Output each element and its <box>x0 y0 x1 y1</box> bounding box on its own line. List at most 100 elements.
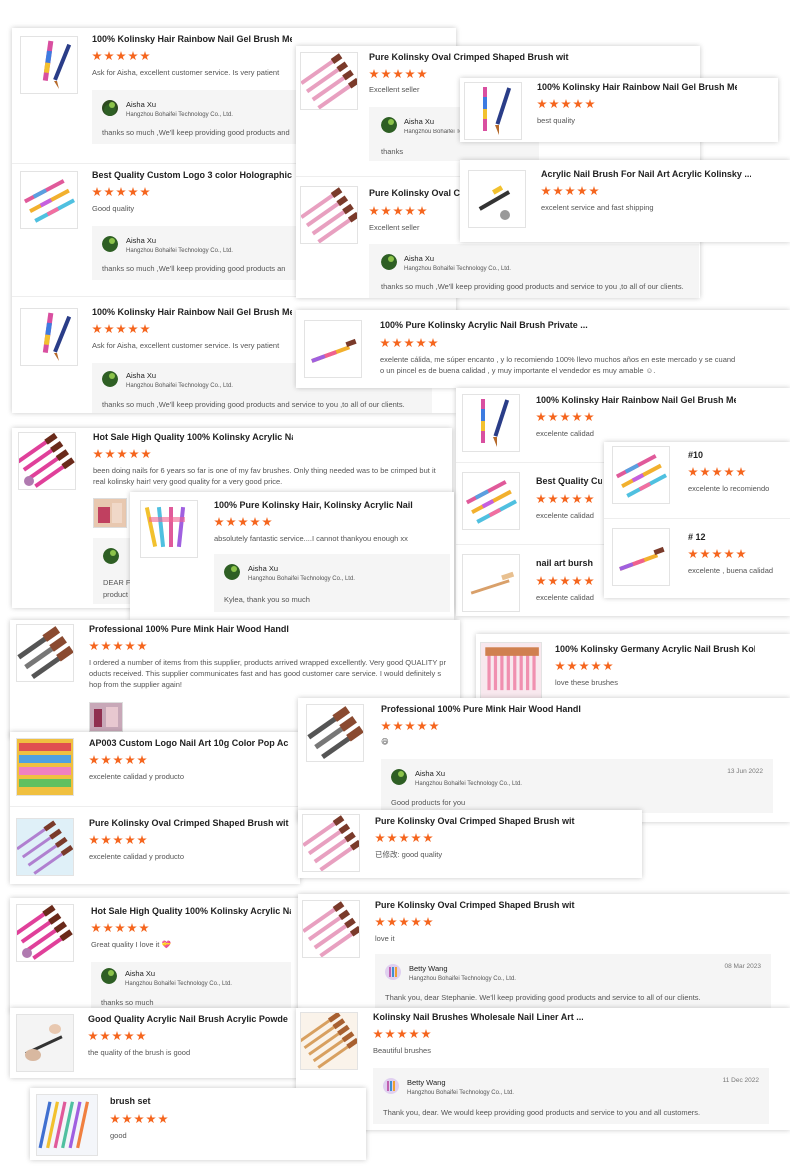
product-title[interactable]: 100% Pure Kolinsky Acrylic Nail Brush Pr… <box>380 320 600 330</box>
reply-message: thanks so much ,We'll keep providing goo… <box>102 400 405 409</box>
avatar <box>381 254 397 270</box>
product-title[interactable]: 100% Kolinsky Hair Rainbow Nail Gel Brus… <box>92 307 292 317</box>
product-title[interactable]: Hot Sale High Quality 100% Kolinsky Acry… <box>93 432 293 442</box>
review-card: #10 excelente lo recomiendo # 12 excelen… <box>604 442 790 598</box>
product-thumbnail[interactable] <box>302 900 360 958</box>
product-title[interactable]: 100% Kolinsky Hair Rainbow Nail Gel Brus… <box>536 395 736 405</box>
product-thumbnail[interactable] <box>36 1094 98 1156</box>
review-photo[interactable] <box>89 702 123 732</box>
product-thumbnail[interactable] <box>464 82 522 140</box>
reply-company: Hangzhou Bohaifei Technology Co., Ltd. <box>407 1090 514 1096</box>
product-thumbnail[interactable] <box>16 904 74 962</box>
product-thumbnail[interactable] <box>140 500 198 558</box>
reply-date: 11 Dec 2022 <box>722 1077 759 1084</box>
product-thumbnail[interactable] <box>306 704 364 762</box>
product-title[interactable]: Best Quality Custom Logo 3 color Hologra… <box>92 170 292 180</box>
review-text: excelente calidad y producto <box>89 852 185 861</box>
product-thumbnail[interactable] <box>18 432 76 490</box>
review-text: 😄 <box>381 737 389 746</box>
review-text: Good quality <box>92 204 135 213</box>
avatar <box>224 564 240 580</box>
product-title[interactable]: 100% Kolinsky Hair Rainbow Nail Gel Brus… <box>92 34 292 44</box>
review-text: Ask for Aisha, excellent customer servic… <box>92 68 280 77</box>
product-thumbnail[interactable] <box>16 1014 74 1072</box>
reply-company: Hangzhou Bohaifei Technology Co., Ltd. <box>125 981 232 987</box>
product-thumbnail[interactable] <box>304 320 362 378</box>
review-photo[interactable] <box>93 498 127 528</box>
product-title[interactable]: Pure Kolinsky Oval Cri <box>369 188 469 198</box>
review-text: been doing nails for 6 years so far is o… <box>93 466 436 475</box>
product-title[interactable]: 100% Kolinsky Germany Acrylic Nail Brush… <box>555 644 755 654</box>
product-thumbnail[interactable] <box>462 472 520 530</box>
reply-company: Hangzhou Bohaifei Technology Co., Ltd. <box>126 112 233 118</box>
product-title[interactable]: Pure Kolinsky Oval Crimped Shaped Brush … <box>369 52 569 62</box>
product-thumbnail[interactable] <box>468 170 526 228</box>
product-title[interactable]: Professional 100% Pure Mink Hair Wood Ha… <box>381 704 581 714</box>
review-card: Good Quality Acrylic Nail Brush Acrylic … <box>10 1008 298 1078</box>
rating-stars <box>381 721 439 731</box>
avatar <box>383 1078 399 1094</box>
reply-author: Aisha Xu <box>404 254 435 263</box>
reply-author: Betty Wang <box>407 1078 446 1087</box>
product-thumbnail[interactable] <box>300 1012 358 1070</box>
product-thumbnail[interactable] <box>612 446 670 504</box>
product-thumbnail[interactable] <box>302 814 360 872</box>
product-title[interactable]: brush set <box>110 1096 230 1106</box>
reply-author: Aisha Xu <box>404 117 435 126</box>
product-title[interactable]: Best Quality Cust <box>536 476 602 486</box>
review-text: best quality <box>537 116 575 125</box>
product-thumbnail[interactable] <box>16 818 74 876</box>
avatar <box>391 769 407 785</box>
product-title[interactable]: Pure Kolinsky Oval Crimped Shaped Brush … <box>375 816 575 826</box>
reply-author: Aisha Xu <box>126 371 157 380</box>
product-thumbnail[interactable] <box>612 528 670 586</box>
reply-message: Thank you, dear. We would keep providing… <box>383 1108 701 1117</box>
reply-author: Aisha Xu <box>248 564 279 573</box>
review-card: Hot Sale High Quality 100% Kolinsky Acry… <box>10 898 300 1012</box>
review-text: love it <box>375 934 395 943</box>
rating-stars <box>89 755 147 765</box>
product-title[interactable]: Pure Kolinsky Oval Crimped Shaped Brush … <box>89 818 289 828</box>
product-title[interactable]: Pure Kolinsky Oval Crimped Shaped Brush … <box>375 900 575 910</box>
product-title[interactable]: 100% Pure Kolinsky Hair, Kolinsky Acryli… <box>214 500 414 510</box>
product-title[interactable]: 100% Kolinsky Hair Rainbow Nail Gel Brus… <box>537 82 737 92</box>
product-title[interactable]: Good Quality Acrylic Nail Brush Acrylic … <box>88 1014 288 1024</box>
product-title[interactable]: Professional 100% Pure Mink Hair Wood Ha… <box>89 624 289 634</box>
seller-reply: Aisha Xu Hangzhou Bohaifei Technology Co… <box>381 759 773 813</box>
product-thumbnail[interactable] <box>480 642 542 704</box>
product-thumbnail[interactable] <box>20 171 78 229</box>
rating-stars <box>688 549 746 559</box>
product-title[interactable]: #10 <box>688 450 748 460</box>
reply-author: Betty Wang <box>409 964 448 973</box>
product-thumbnail[interactable] <box>462 554 520 612</box>
rating-stars <box>214 517 272 527</box>
rating-stars <box>369 69 427 79</box>
avatar <box>385 964 401 980</box>
product-title[interactable]: AP003 Custom Logo Nail Art 10g Color Pop… <box>89 738 289 748</box>
product-title[interactable]: # 12 <box>688 532 748 542</box>
product-thumbnail[interactable] <box>300 186 358 244</box>
product-thumbnail[interactable] <box>16 738 74 796</box>
rating-stars <box>369 206 427 216</box>
product-title[interactable]: Hot Sale High Quality 100% Kolinsky Acry… <box>91 906 291 916</box>
review-text: the quality of the brush is good <box>88 1048 191 1057</box>
avatar <box>102 371 118 387</box>
product-title[interactable]: Acrylic Nail Brush For Nail Art Acrylic … <box>541 169 751 179</box>
product-thumbnail[interactable] <box>20 308 78 366</box>
rating-stars <box>92 51 150 61</box>
product-thumbnail[interactable] <box>300 52 358 110</box>
review-text: real kolinsky hair! very good quality fo… <box>93 477 283 486</box>
product-thumbnail[interactable] <box>20 36 78 94</box>
product-title[interactable]: Kolinsky Nail Brushes Wholesale Nail Lin… <box>373 1012 583 1022</box>
rating-stars <box>93 449 151 459</box>
review-text: o un pincel es de buena calidad , y muy … <box>380 366 656 375</box>
rating-stars <box>536 576 594 586</box>
review-text: love these brushes <box>555 678 618 687</box>
product-thumbnail[interactable] <box>16 624 74 682</box>
product-thumbnail[interactable] <box>462 394 520 452</box>
review-card: 100% Kolinsky Hair Rainbow Nail Gel Brus… <box>460 78 778 142</box>
review-card: Pure Kolinsky Oval Crimped Shaped Brush … <box>298 810 642 878</box>
reply-date: 13 Jun 2022 <box>727 768 763 775</box>
review-text: excelente , buena calidad <box>688 566 774 575</box>
review-card: Acrylic Nail Brush For Nail Art Acrylic … <box>460 160 790 242</box>
